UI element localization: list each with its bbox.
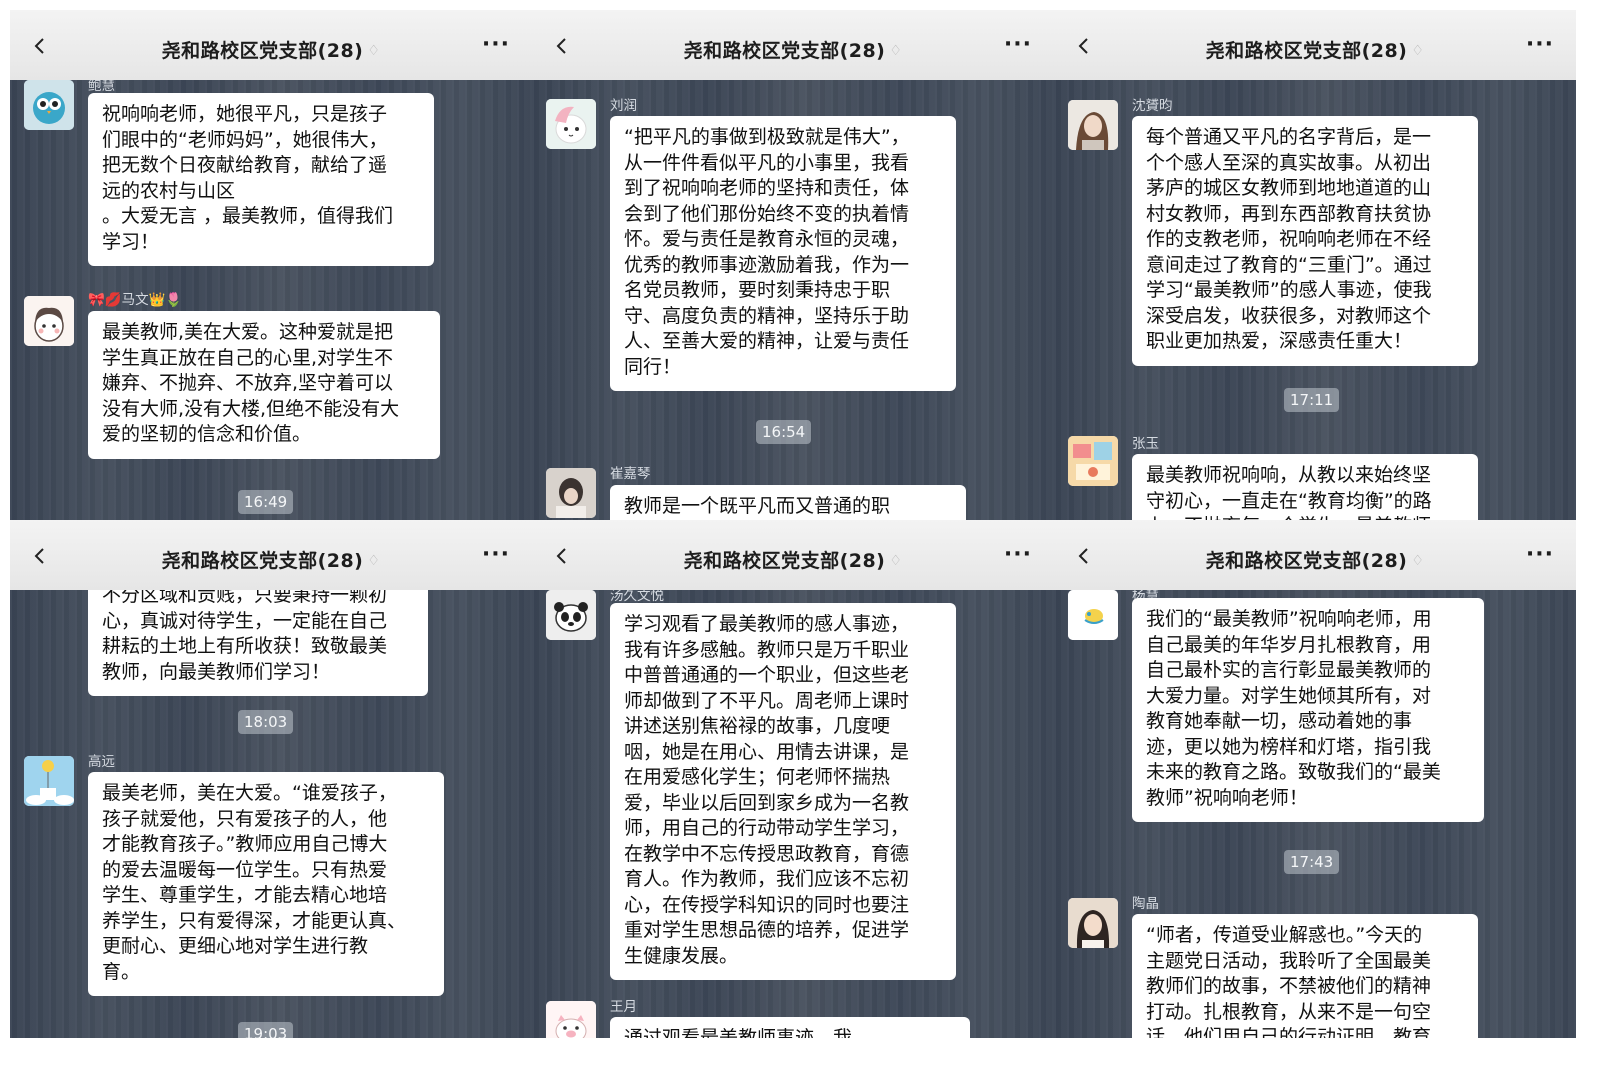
chat-panel-2: 尧和路校区党支部(28) ♢ ··· 刘润 “把平凡的事做到极致就是伟大”， 从一… bbox=[532, 10, 1054, 528]
message-bubble[interactable]: 最美教师祝响响，从教以来始终坚 守初心，一直走在“教育均衡”的路 上，不抛弃每一… bbox=[1132, 454, 1478, 528]
message-bubble[interactable]: 最美教师,美在大爱。这种爱就是把 学生真正放在自己的心里,对学生不 嫌弃、不抛弃… bbox=[88, 311, 440, 459]
chat-nav-bar: 尧和路校区党支部(28) ♢ ··· bbox=[532, 520, 1054, 590]
mute-icon: ♢ bbox=[889, 552, 903, 569]
avatar[interactable] bbox=[1068, 436, 1118, 486]
avatar[interactable] bbox=[1068, 898, 1118, 948]
mute-icon: ♢ bbox=[1411, 42, 1425, 59]
mute-icon: ♢ bbox=[367, 552, 381, 569]
message-bubble[interactable]: 不分区域和贡贱，只要秉持一颗初 心，真诚对待学生，一定能在自己 耕耘的土地上有所… bbox=[88, 574, 428, 696]
chevron-left-icon[interactable] bbox=[1076, 38, 1092, 54]
avatar[interactable] bbox=[24, 756, 74, 806]
message-list[interactable]: 鲍慧 祝响响老师，她很平凡，只是孩子 们眼中的“老师妈妈”，她很伟大， 把无数个… bbox=[10, 78, 532, 528]
chat-nav-bar: 尧和路校区党支部(28) ♢ ··· bbox=[1054, 10, 1576, 80]
sender-name: 刘润 bbox=[610, 98, 637, 114]
message-bubble[interactable]: 我们的“最美教师”祝响响老师，用 自己最美的年华岁月扎根教育，用 自己最朴实的言… bbox=[1132, 598, 1484, 822]
avatar[interactable] bbox=[24, 296, 74, 346]
chat-title: 尧和路校区党支部(28) ♢ bbox=[161, 39, 381, 62]
message-bubble[interactable]: “把平凡的事做到极致就是伟大”， 从一件件看似平凡的小事里，我看 到了祝响响老师… bbox=[610, 116, 956, 391]
avatar[interactable] bbox=[546, 468, 596, 518]
more-options-icon[interactable]: ··· bbox=[482, 34, 510, 56]
avatar[interactable] bbox=[1068, 590, 1118, 640]
chat-nav-bar: 尧和路校区党支部(28) ♢ ··· bbox=[532, 10, 1054, 80]
chat-nav-bar: 尧和路校区党支部(28) ♢ ··· bbox=[1054, 520, 1576, 590]
avatar[interactable] bbox=[1068, 100, 1118, 150]
sender-name: 陶晶 bbox=[1132, 896, 1159, 912]
chevron-left-icon[interactable] bbox=[554, 38, 570, 54]
chat-title: 尧和路校区党支部(28) ♢ bbox=[683, 39, 903, 62]
message-bubble[interactable]: 祝响响老师，她很平凡，只是孩子 们眼中的“老师妈妈”，她很伟大， 把无数个日夜献… bbox=[88, 93, 434, 266]
chat-panel-6: 尧和路校区党支部(28) ♢ ··· 杨慧 我们的“最美教师”祝响响老师，用 自己… bbox=[1054, 520, 1576, 1038]
chat-panel-1: 尧和路校区党支部(28) ♢ ··· 鲍慧 祝响响老师，她很平凡，只是孩子 们眼中… bbox=[10, 10, 532, 528]
chevron-left-icon[interactable] bbox=[32, 548, 48, 564]
message-list[interactable]: 杨慧 我们的“最美教师”祝响响老师，用 自己最美的年华岁月扎根教育，用 自己最朴… bbox=[1054, 588, 1576, 1038]
chevron-left-icon[interactable] bbox=[1076, 548, 1092, 564]
chat-panel-5: 尧和路校区党支部(28) ♢ ··· 汤久文悦 学习观看了最美教师的感人事迹， 我… bbox=[532, 520, 1054, 1038]
chat-title: 尧和路校区党支部(28) ♢ bbox=[161, 549, 381, 572]
timestamp: 16:54 bbox=[756, 420, 812, 444]
message-bubble[interactable]: 最美老师，美在大爱。“谁爱孩子， 孩子就爱他，只有爱孩子的人，他 才能教育孩子。… bbox=[88, 772, 444, 996]
mute-icon: ♢ bbox=[1411, 552, 1425, 569]
chat-nav-bar: 尧和路校区党支部(28) ♢ ··· bbox=[10, 10, 532, 80]
avatar[interactable] bbox=[546, 1001, 596, 1038]
message-bubble[interactable]: 通过观看最美教师事迹，我 bbox=[610, 1017, 970, 1038]
sender-name: 王月 bbox=[610, 999, 637, 1015]
chevron-left-icon[interactable] bbox=[554, 548, 570, 564]
mute-icon: ♢ bbox=[889, 42, 903, 59]
more-options-icon[interactable]: ··· bbox=[1526, 34, 1554, 56]
chat-title: 尧和路校区党支部(28) ♢ bbox=[1205, 39, 1425, 62]
sender-name: 张玉 bbox=[1132, 436, 1159, 452]
timestamp: 16:49 bbox=[238, 490, 294, 514]
more-options-icon[interactable]: ··· bbox=[1004, 544, 1032, 566]
timestamp: 17:43 bbox=[1284, 850, 1340, 874]
more-options-icon[interactable]: ··· bbox=[482, 544, 510, 566]
screenshot-collage: 尧和路校区党支部(28) ♢ ··· 鲍慧 祝响响老师，她很平凡，只是孩子 们眼中… bbox=[0, 0, 1600, 1066]
message-list[interactable]: 沈贇昀 每个普通又平凡的名字背后，是一 个个感人至深的真实故事。从初出 茅庐的城… bbox=[1054, 80, 1576, 528]
message-list[interactable]: 不分区域和贡贱，只要秉持一颗初 心，真诚对待学生，一定能在自己 耕耘的土地上有所… bbox=[10, 574, 532, 1038]
timestamp: 18:03 bbox=[238, 710, 294, 734]
more-options-icon[interactable]: ··· bbox=[1004, 34, 1032, 56]
message-list[interactable]: 汤久文悦 学习观看了最美教师的感人事迹， 我有许多感触。教师只是万千职业 中普普… bbox=[532, 588, 1054, 1038]
avatar[interactable] bbox=[546, 590, 596, 640]
message-bubble[interactable]: 每个普通又平凡的名字背后，是一 个个感人至深的真实故事。从初出 茅庐的城区女教师… bbox=[1132, 116, 1478, 366]
timestamp: 19:03 bbox=[238, 1022, 294, 1038]
message-bubble[interactable]: 学习观看了最美教师的感人事迹， 我有许多感触。教师只是万千职业 中普普通通的一个… bbox=[610, 603, 956, 980]
timestamp: 17:11 bbox=[1284, 388, 1340, 412]
more-options-icon[interactable]: ··· bbox=[1526, 544, 1554, 566]
chat-nav-bar: 尧和路校区党支部(28) ♢ ··· bbox=[10, 520, 532, 590]
chat-title: 尧和路校区党支部(28) ♢ bbox=[683, 549, 903, 572]
chat-panel-4: 尧和路校区党支部(28) ♢ ··· 不分区域和贡贱，只要秉持一颗初 心，真诚对待… bbox=[10, 520, 532, 1038]
sender-name: 🎀💋马文👑🌷 bbox=[88, 292, 183, 308]
mute-icon: ♢ bbox=[367, 42, 381, 59]
sender-name: 沈贇昀 bbox=[1132, 98, 1173, 114]
chevron-left-icon[interactable] bbox=[32, 38, 48, 54]
sender-name: 高远 bbox=[88, 754, 115, 770]
message-bubble[interactable]: “师者，传道受业解惑也。”今天的 主题党日活动，我聆听了全国最美 教师们的故事，… bbox=[1132, 914, 1478, 1038]
chat-panel-3: 尧和路校区党支部(28) ♢ ··· 沈贇昀 每个普通又平凡的名字背后，是一 个个… bbox=[1054, 10, 1576, 528]
avatar[interactable] bbox=[546, 99, 596, 149]
avatar[interactable] bbox=[24, 80, 74, 130]
message-list[interactable]: 刘润 “把平凡的事做到极致就是伟大”， 从一件件看似平凡的小事里，我看 到了祝响… bbox=[532, 80, 1054, 528]
chat-title: 尧和路校区党支部(28) ♢ bbox=[1205, 549, 1425, 572]
sender-name: 崔嘉琴 bbox=[610, 466, 651, 482]
